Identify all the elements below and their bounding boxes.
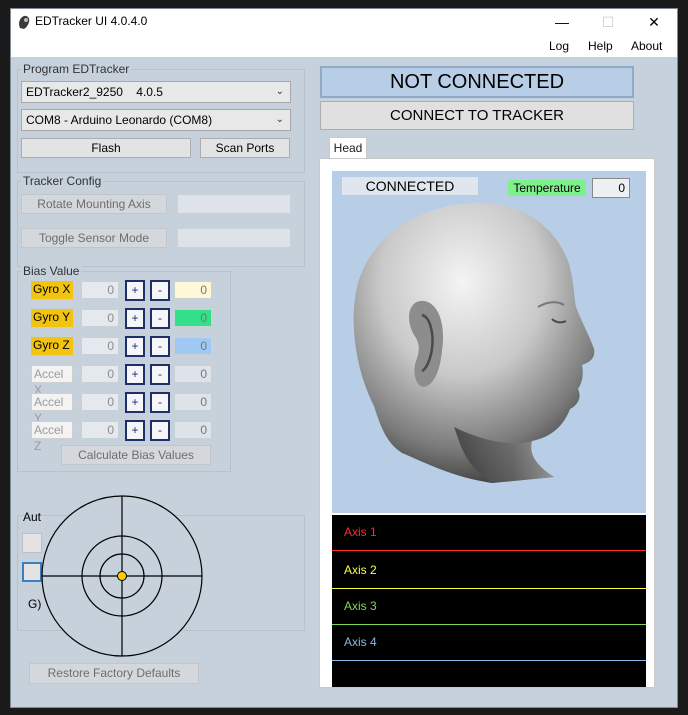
rotate-axis-field bbox=[177, 194, 291, 214]
axis-4-line bbox=[332, 660, 646, 661]
rotate-mounting-axis-button[interactable]: Rotate Mounting Axis bbox=[21, 194, 167, 214]
gyro-x-value: 0 bbox=[81, 281, 119, 299]
axis-row-4: Axis 4 bbox=[332, 625, 646, 661]
gyro-z-minus-button[interactable]: - bbox=[150, 336, 170, 357]
accel-z-result: 0 bbox=[174, 421, 212, 439]
head-tab-panel: CONNECTED Temperature 0 Axis 1 Axis 2 Ax… bbox=[319, 158, 655, 688]
gyro-y-label: Gyro Y bbox=[31, 309, 73, 327]
toggle-sensor-mode-button[interactable]: Toggle Sensor Mode bbox=[21, 228, 167, 248]
axis-row-2: Axis 2 bbox=[332, 553, 646, 589]
accel-y-plus-button[interactable]: + bbox=[125, 392, 145, 413]
menu-about[interactable]: About bbox=[631, 39, 662, 53]
gyro-x-minus-button[interactable]: - bbox=[150, 280, 170, 301]
sensor-mode-field bbox=[177, 228, 291, 248]
app-logo-icon bbox=[19, 15, 30, 29]
accel-y-minus-button[interactable]: - bbox=[150, 392, 170, 413]
gyro-z-value: 0 bbox=[81, 337, 119, 355]
gyro-y-plus-button[interactable]: + bbox=[125, 308, 145, 329]
menu-bar: Log Help About bbox=[11, 35, 677, 57]
restore-defaults-button[interactable]: Restore Factory Defaults bbox=[29, 663, 199, 684]
tab-head[interactable]: Head bbox=[329, 137, 367, 159]
temperature-label: Temperature bbox=[508, 180, 586, 196]
scan-ports-button[interactable]: Scan Ports bbox=[200, 138, 290, 158]
chevron-down-icon: ⌄ bbox=[275, 114, 284, 125]
accel-x-plus-button[interactable]: + bbox=[125, 364, 145, 385]
gyro-z-plus-button[interactable]: + bbox=[125, 336, 145, 357]
connection-status: NOT CONNECTED bbox=[320, 66, 634, 98]
gyro-y-result: 0 bbox=[174, 309, 212, 327]
accel-z-minus-button[interactable]: - bbox=[150, 420, 170, 441]
accel-z-value: 0 bbox=[81, 421, 119, 439]
calculate-bias-button[interactable]: Calculate Bias Values bbox=[61, 445, 211, 465]
window-title: EDTracker UI 4.0.4.0 bbox=[35, 14, 148, 28]
accel-x-result: 0 bbox=[174, 365, 212, 383]
minimize-button[interactable]: — bbox=[539, 9, 585, 35]
head-connected-label: CONNECTED bbox=[342, 177, 478, 195]
menu-log[interactable]: Log bbox=[549, 39, 569, 53]
axis-row-1: Axis 1 bbox=[332, 515, 646, 551]
title-bar: EDTracker UI 4.0.4.0 — ☐ ✕ bbox=[11, 9, 677, 35]
app-window: EDTracker UI 4.0.4.0 — ☐ ✕ Log Help Abou… bbox=[10, 8, 678, 708]
accel-x-minus-button[interactable]: - bbox=[150, 364, 170, 385]
firmware-select[interactable]: EDTracker2_9250 4.0.5 ⌄ bbox=[21, 81, 291, 103]
axis-4-label: Axis 4 bbox=[344, 635, 377, 649]
accel-x-value: 0 bbox=[81, 365, 119, 383]
axis-row-3: Axis 3 bbox=[332, 589, 646, 625]
firmware-select-value: EDTracker2_9250 4.0.5 bbox=[26, 85, 163, 99]
gyro-x-plus-button[interactable]: + bbox=[125, 280, 145, 301]
accel-x-label: Accel X bbox=[31, 365, 73, 397]
connect-tracker-button[interactable]: CONNECT TO TRACKER bbox=[320, 101, 634, 130]
accel-y-label: Accel Y bbox=[31, 393, 73, 425]
axis-2-label: Axis 2 bbox=[344, 563, 377, 577]
port-select-value: COM8 - Arduino Leonardo (COM8) bbox=[26, 113, 213, 127]
gyro-y-value: 0 bbox=[81, 309, 119, 327]
axis-1-label: Axis 1 bbox=[344, 525, 377, 539]
gyro-x-label: Gyro X bbox=[31, 281, 73, 299]
gyro-z-label: Gyro Z bbox=[31, 337, 73, 355]
target-reticle bbox=[41, 495, 203, 657]
axes-plot: Axis 1 Axis 2 Axis 3 Axis 4 bbox=[332, 515, 646, 687]
accel-y-result: 0 bbox=[174, 393, 212, 411]
menu-help[interactable]: Help bbox=[588, 39, 613, 53]
flash-button[interactable]: Flash bbox=[21, 138, 191, 158]
gyro-z-result: 0 bbox=[174, 337, 212, 355]
head-model-image bbox=[353, 202, 595, 484]
chevron-down-icon: ⌄ bbox=[275, 86, 284, 97]
maximize-button[interactable]: ☐ bbox=[585, 9, 631, 35]
temperature-value: 0 bbox=[592, 178, 630, 198]
gyro-y-minus-button[interactable]: - bbox=[150, 308, 170, 329]
program-group-label: Program EDTracker bbox=[21, 62, 132, 76]
gyro-x-result: 0 bbox=[174, 281, 212, 299]
accel-z-plus-button[interactable]: + bbox=[125, 420, 145, 441]
tracker-config-label: Tracker Config bbox=[21, 174, 104, 188]
port-select[interactable]: COM8 - Arduino Leonardo (COM8) ⌄ bbox=[21, 109, 291, 131]
axis-3-label: Axis 3 bbox=[344, 599, 377, 613]
close-button[interactable]: ✕ bbox=[631, 9, 677, 35]
accel-z-label: Accel Z bbox=[31, 421, 73, 453]
accel-y-value: 0 bbox=[81, 393, 119, 411]
axis-1-line bbox=[332, 550, 646, 551]
head-view: CONNECTED Temperature 0 bbox=[332, 171, 646, 513]
bias-group-label: Bias Value bbox=[21, 264, 82, 278]
position-dot bbox=[117, 571, 127, 581]
